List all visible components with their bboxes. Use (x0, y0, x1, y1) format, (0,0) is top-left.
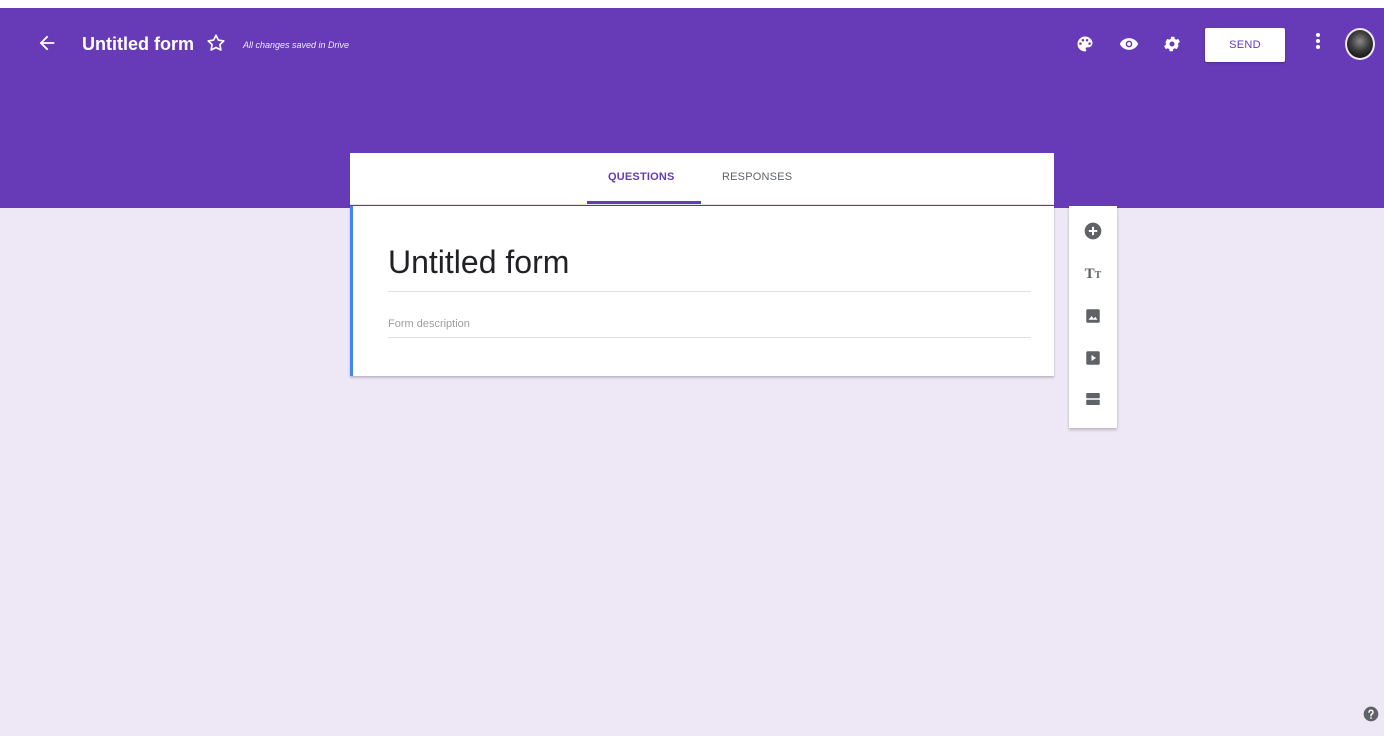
avatar[interactable] (1345, 28, 1375, 60)
side-toolbar: TT (1069, 206, 1117, 428)
form-header-card: Untitled form Form description (350, 206, 1054, 376)
add-question-icon[interactable] (1081, 219, 1105, 243)
forms-editor: Untitled form All changes saved in Drive… (0, 0, 1384, 736)
add-image-icon[interactable] (1081, 304, 1105, 328)
form-description-field[interactable]: Form description (388, 314, 1031, 338)
more-vert-icon[interactable] (1310, 30, 1326, 54)
document-title[interactable]: Untitled form (82, 34, 194, 55)
add-title-icon[interactable]: TT (1081, 262, 1105, 286)
eye-icon[interactable] (1119, 34, 1139, 54)
tab-questions[interactable]: QUESTIONS (608, 171, 675, 183)
palette-icon[interactable] (1075, 34, 1095, 54)
save-status: All changes saved in Drive (243, 40, 350, 50)
tabs-bar: QUESTIONS RESPONSES (350, 153, 1054, 205)
top-strip (0, 0, 1384, 8)
tab-responses[interactable]: RESPONSES (722, 171, 792, 183)
toolbar: Untitled form All changes saved in Drive… (0, 8, 1384, 84)
add-video-icon[interactable] (1081, 346, 1105, 370)
back-arrow-icon[interactable] (36, 32, 58, 54)
send-button[interactable]: SEND (1205, 28, 1285, 62)
gear-icon[interactable] (1162, 34, 1182, 54)
active-tab-indicator (587, 201, 701, 204)
help-icon[interactable] (1363, 706, 1379, 722)
form-title-field[interactable]: Untitled form (388, 242, 1031, 292)
star-icon[interactable] (205, 32, 227, 54)
add-section-icon[interactable] (1081, 387, 1105, 411)
